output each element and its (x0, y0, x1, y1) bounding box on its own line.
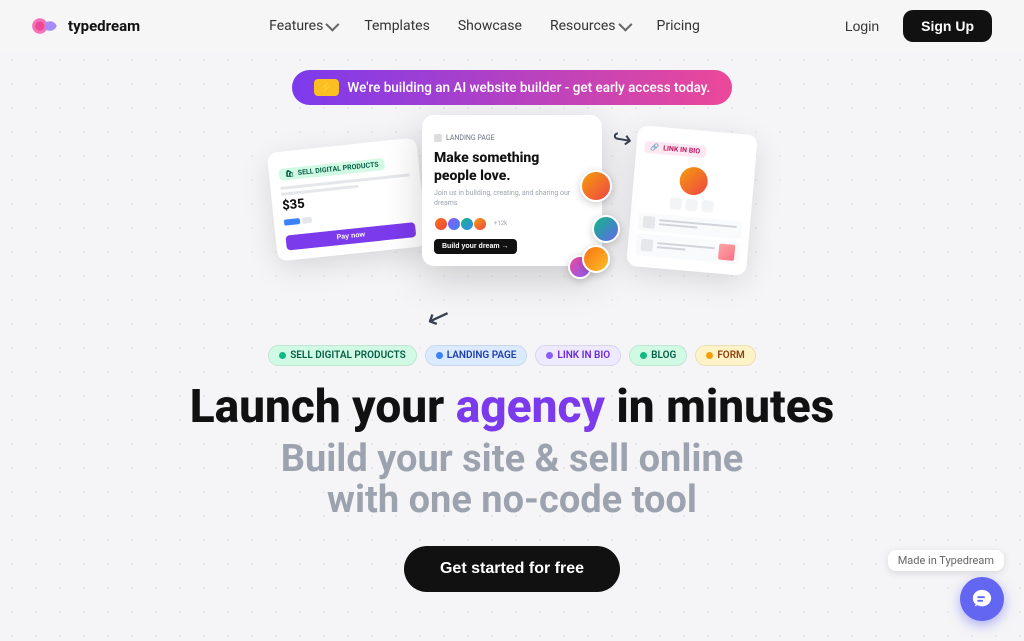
social-icon-1 (669, 197, 682, 210)
feature-tags-row: SELL DIGITAL PRODUCTS LANDING PAGE LINK … (0, 345, 1024, 366)
chat-button[interactable] (960, 577, 1004, 621)
bolt-icon: ⚡ (314, 79, 340, 96)
headline-block: Launch your agency in minutes Build your… (0, 382, 1024, 522)
arrow-right-decoration: ↩ (610, 123, 635, 154)
bio-line-4 (657, 246, 686, 251)
build-dream-button[interactable]: Build your dream → (434, 239, 517, 254)
nav-features[interactable]: Features (257, 12, 348, 40)
floating-avatar-4 (582, 245, 610, 273)
floating-avatar-1 (580, 170, 612, 202)
bio-item-icon (642, 216, 655, 229)
signup-button[interactable]: Sign Up (903, 10, 992, 42)
bio-item-lines (659, 219, 737, 234)
announcement-banner[interactable]: ⚡ We're building an AI website builder -… (292, 70, 733, 105)
nav-templates[interactable]: Templates (352, 12, 442, 40)
arrow-left-decoration: ↙ (422, 297, 455, 336)
navbar: typedream Features Templates Showcase Re… (0, 0, 1024, 52)
tag-linkinbio: LINK IN BIO (535, 345, 621, 366)
avatar-2 (447, 217, 461, 231)
headline-sub-1: Build your site & sell online (0, 439, 1024, 481)
logo-text: typedream (68, 17, 140, 35)
card-left-tag: 🛍 SELL DIGITAL PRODUCTS (278, 158, 385, 181)
floating-avatar-2 (592, 215, 620, 243)
nav-showcase[interactable]: Showcase (446, 12, 534, 40)
avatar-count: +12k (494, 220, 507, 227)
tag-blog: BLOG (629, 345, 687, 366)
tag-dot-link (546, 352, 553, 359)
tag-form: FORM (695, 345, 756, 366)
nav-resources[interactable]: Resources (538, 12, 641, 40)
tag-landing: LANDING PAGE (425, 345, 528, 366)
bio-item-lines-2 (657, 242, 715, 255)
logo[interactable]: typedream (32, 16, 140, 36)
bio-item-icon-2 (640, 239, 653, 252)
bio-item-image (718, 244, 735, 261)
link-icon: 🔗 (650, 143, 659, 152)
get-started-button[interactable]: Get started for free (404, 546, 620, 592)
center-card-tag: LANDING PAGE (434, 134, 495, 142)
hero-mockup: 🛍 SELL DIGITAL PRODUCTS $35 Pay now LAND… (272, 115, 752, 335)
store-icon: 🛍 (285, 169, 295, 178)
chat-icon-svg (971, 588, 993, 610)
bio-avatar (679, 166, 709, 196)
social-icon-3 (701, 200, 714, 213)
pay-icon-1 (284, 218, 301, 226)
avatar-row: +12k (434, 217, 590, 231)
tag-sell: SELL DIGITAL PRODUCTS (268, 345, 417, 366)
logo-icon (32, 16, 60, 36)
made-in-badge: Made in Typedream (888, 550, 1004, 571)
avatar-3 (460, 217, 474, 231)
headline-sub-2: with one no-code tool (0, 480, 1024, 522)
tag-dot-form (706, 352, 713, 359)
tag-dot-landing (436, 352, 443, 359)
nav-links: Features Templates Showcase Resources Pr… (257, 12, 712, 40)
avatar-1 (434, 217, 448, 231)
social-icons-row (639, 194, 744, 215)
card-link-in-bio: 🔗 LINK IN BIO (626, 125, 758, 276)
avatar-4 (473, 217, 487, 231)
chevron-down-icon (326, 18, 340, 32)
tag-dot-blog (640, 352, 647, 359)
card-sell-digital: 🛍 SELL DIGITAL PRODUCTS $35 Pay now (267, 137, 428, 261)
nav-pricing[interactable]: Pricing (645, 12, 712, 40)
landing-page-icon (434, 134, 442, 142)
chat-bubble-widget: Made in Typedream (888, 550, 1004, 621)
cta-wrap: Get started for free (0, 546, 1024, 592)
headline-main: Launch your agency in minutes (0, 382, 1024, 433)
chevron-down-icon (618, 18, 632, 32)
headline-accent: agency (456, 380, 605, 434)
nav-actions: Login Sign Up (829, 10, 992, 42)
banner-wrap: ⚡ We're building an AI website builder -… (0, 70, 1024, 105)
pay-now-button[interactable]: Pay now (285, 222, 416, 251)
banner-text: We're building an AI website builder - g… (347, 80, 710, 96)
card-landing-page: LANDING PAGE Make something people love.… (422, 115, 602, 266)
pay-icon-2 (302, 217, 313, 224)
tag-dot-sell (279, 352, 286, 359)
social-icon-2 (685, 198, 698, 211)
login-button[interactable]: Login (829, 11, 895, 41)
card-center-body: Join us in building, creating, and shari… (434, 189, 590, 209)
card-center-heading: Make something people love. (434, 150, 590, 185)
right-card-tag: 🔗 LINK IN BIO (644, 141, 707, 158)
